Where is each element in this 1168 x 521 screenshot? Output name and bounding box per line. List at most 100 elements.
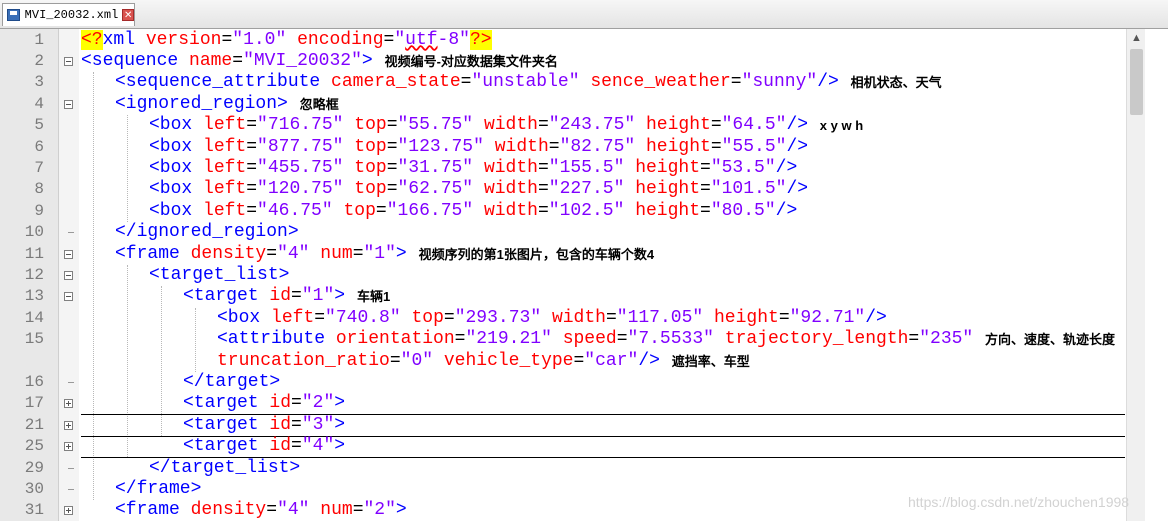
code-line[interactable]: <box left="740.8" top="293.73" width="11… [217, 308, 887, 329]
code-token: </target> [183, 371, 281, 392]
code-token: "unstable" [471, 72, 580, 93]
code-line[interactable]: <target id="1"> [183, 286, 345, 307]
code-token: = [700, 200, 711, 221]
code-token: <target_list> [149, 264, 290, 285]
code-token: sence_weather [590, 72, 731, 93]
fold-collapse-icon[interactable] [64, 56, 73, 66]
code-line[interactable]: <?xml version="1.0" encoding="utf-8"?> [81, 29, 492, 51]
annotation-note: 视频序列的第1张图片，包含的车辆个数4 [418, 246, 655, 262]
code-token: = [375, 200, 387, 221]
code-token: <box [149, 157, 204, 178]
code-token: = [221, 29, 233, 50]
fold-collapse-icon[interactable] [64, 249, 73, 259]
code-token: <target [183, 393, 270, 414]
scrollbar-thumb[interactable] [1130, 49, 1143, 115]
code-token: top [411, 307, 444, 328]
line-number: 9 [34, 201, 44, 220]
code-token: width [483, 179, 538, 200]
code-token: <sequence_attribute [115, 72, 332, 93]
code-token: = [605, 307, 617, 328]
code-token: = [548, 136, 560, 157]
code-line[interactable]: <sequence name="MVI_20032"> [81, 51, 373, 72]
code-token: = [389, 350, 401, 371]
fold-expand-icon[interactable] [64, 506, 73, 516]
code-line[interactable]: </ignored_region> [115, 222, 299, 243]
line-number: 29 [24, 458, 44, 477]
code-token: "7.5533" [627, 329, 714, 350]
code-line[interactable]: <attribute orientation="219.21" speed="7… [217, 329, 973, 350]
code-token: "120.75" [257, 179, 344, 200]
code-line[interactable]: <frame density="4" num="1"> [115, 244, 407, 265]
code-line[interactable]: <box left="120.75" top="62.75" width="22… [149, 179, 808, 200]
code-token: num [320, 500, 353, 521]
code-token: "55.5" [721, 136, 787, 157]
code-line[interactable]: truncation_ratio="0" vehicle_type="car"/… [217, 351, 660, 372]
code-token: = [266, 243, 278, 264]
annotation-note: 方向、速度、轨迹长度 [985, 332, 1116, 348]
code-token: <box [149, 200, 204, 221]
fold-collapse-icon[interactable] [64, 99, 73, 109]
code-line[interactable]: <target_list> [149, 265, 289, 286]
line-number: 30 [24, 479, 44, 498]
code-line[interactable]: <sequence_attribute camera_state="unstab… [115, 72, 839, 93]
code-token: version [145, 29, 222, 50]
code-token: height [635, 179, 701, 200]
code-token: "0" [400, 350, 434, 371]
line-number: 15 [24, 330, 44, 349]
file-tab[interactable]: MVI_20032.xml ✕ [2, 3, 135, 26]
line-number: 7 [34, 158, 44, 177]
code-token: </target_list> [149, 457, 301, 478]
code-token: width [483, 200, 538, 221]
code-line[interactable]: </target_list> [149, 458, 300, 479]
line-number: 4 [34, 94, 44, 113]
code-token: "101.5" [710, 179, 787, 200]
code-line[interactable]: <box left="455.75" top="31.75" width="15… [149, 158, 797, 179]
code-token: = [246, 136, 258, 157]
code-line[interactable]: </target> [183, 372, 280, 393]
code-token: > [395, 243, 407, 264]
code-token: top [354, 179, 387, 200]
code-token: "293.73" [454, 307, 542, 328]
code-line[interactable]: <target id="4"> [183, 436, 345, 457]
code-token: "716.75" [257, 115, 344, 136]
fold-expand-icon[interactable] [64, 399, 73, 409]
line-number: 8 [34, 180, 44, 199]
code-token: <box [149, 179, 204, 200]
code-token: "31.75" [397, 157, 474, 178]
code-line[interactable]: <target id="2"> [183, 393, 345, 414]
indent-guide [127, 264, 128, 458]
vertical-scrollbar[interactable]: ▲ [1126, 29, 1146, 521]
code-line[interactable]: <box left="46.75" top="166.75" width="10… [149, 201, 797, 222]
code-token: <? [81, 29, 103, 50]
code-token: "243.75" [548, 115, 636, 136]
code-token: left [203, 115, 247, 136]
fold-expand-icon[interactable] [64, 420, 73, 430]
watermark: https://blog.csdn.net/zhouchen1998 [908, 494, 1130, 510]
code-line[interactable]: <ignored_region> [115, 94, 288, 115]
close-icon[interactable]: ✕ [122, 9, 134, 21]
code-token: "4" [277, 243, 310, 264]
code-token: orientation [335, 329, 455, 350]
code-line[interactable]: <frame density="4" num="2"> [115, 500, 407, 521]
code-line[interactable]: <box left="877.75" top="123.75" width="8… [149, 137, 808, 158]
fold-collapse-icon[interactable] [64, 292, 73, 302]
code-token: <frame [115, 500, 191, 521]
code-token: "1.0" [232, 29, 287, 50]
line-number: 17 [24, 394, 44, 413]
annotation-note: 忽略框 [299, 96, 339, 112]
code-line[interactable]: <box left="716.75" top="55.75" width="24… [149, 115, 808, 136]
code-line[interactable]: </frame> [115, 479, 201, 500]
fold-collapse-icon[interactable] [64, 270, 73, 280]
code-token: speed [562, 329, 617, 350]
scroll-up-arrow-icon[interactable]: ▲ [1127, 29, 1146, 48]
code-token: id [269, 393, 292, 414]
fold-expand-icon[interactable] [64, 442, 73, 452]
code-editor[interactable]: 1 <?xml version = "1.0" encoding = "utf-8"?> 2… [0, 29, 1126, 521]
code-line[interactable]: <target id="3"> [183, 415, 345, 436]
